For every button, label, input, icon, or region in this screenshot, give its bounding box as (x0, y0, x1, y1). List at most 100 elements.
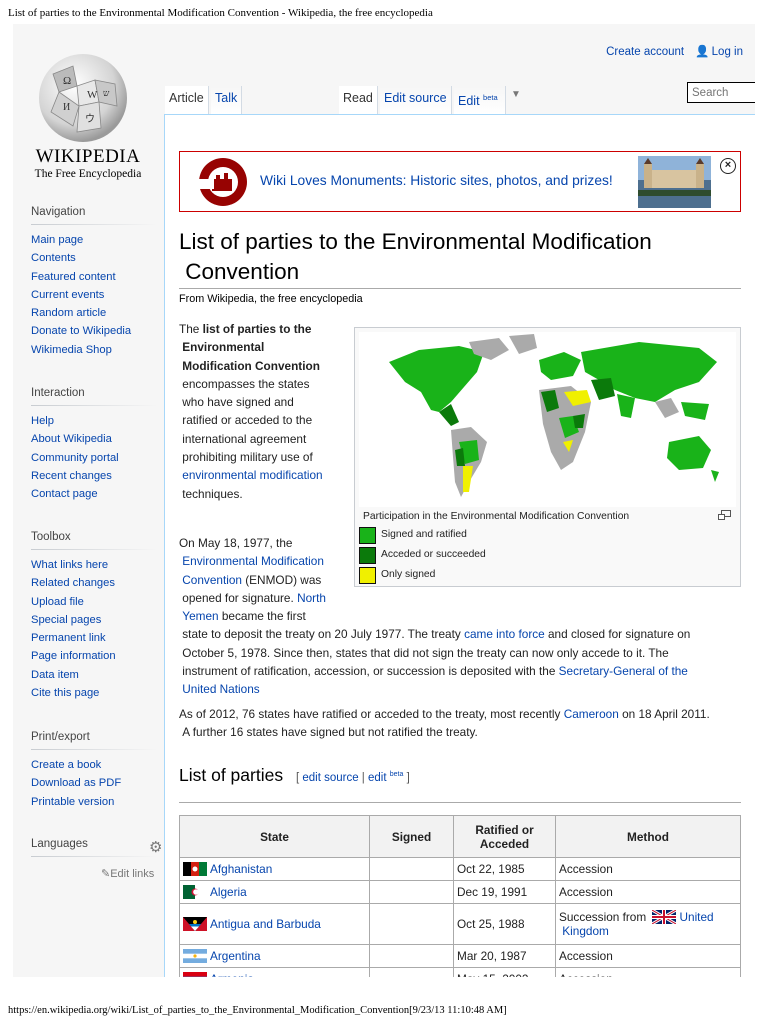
nav-page-information[interactable]: Page information (31, 647, 157, 665)
edit-links[interactable]: ✎Edit links (101, 867, 154, 880)
state-cell: Argentina (179, 944, 370, 968)
section-edit-link[interactable]: edit (368, 772, 387, 784)
nav-help[interactable]: Help (31, 412, 157, 430)
nav-download-pdf[interactable]: Download as PDF (31, 774, 157, 792)
page-title-line1: List of parties to the Environmental Mod… (179, 229, 652, 254)
site-subtitle: From Wikipedia, the free encyclopedia (179, 293, 363, 305)
column-header-ratified-line1: Ratified or (475, 822, 534, 837)
state-link[interactable]: Armenia (210, 972, 254, 977)
nav-community-portal[interactable]: Community portal (31, 449, 157, 467)
create-account-link[interactable]: Create account (606, 46, 684, 58)
column-header-ratified[interactable]: Ratified or Acceded (453, 815, 556, 858)
para-text: October 5, 1978. Since then, states that… (182, 645, 669, 660)
nav-cite-this-page[interactable]: Cite this page (31, 684, 157, 702)
section-heading-text: List of parties (179, 765, 284, 785)
nav-related-changes[interactable]: Related changes (31, 574, 157, 592)
nav-recent-changes[interactable]: Recent changes (31, 467, 157, 485)
more-menu-chevron-down-icon[interactable]: ▼ (511, 89, 521, 100)
wikipedia-wordmark: WIKIPEDIA (35, 146, 141, 167)
castle-photo-icon (638, 156, 711, 208)
nav-special-pages[interactable]: Special pages (31, 611, 157, 629)
signed-cell (369, 880, 454, 904)
method-cell: Accession (555, 967, 741, 977)
portal-print-export: Print/export Create a book Download as P… (31, 731, 157, 811)
nav-permanent-link[interactable]: Permanent link (31, 629, 157, 647)
table-row: Afghanistan Oct 22, 1985 Accession (179, 857, 741, 881)
column-header-state[interactable]: State (179, 815, 370, 858)
nav-data-item[interactable]: Data item (31, 666, 157, 684)
nav-current-events[interactable]: Current events (31, 286, 157, 304)
state-link[interactable]: Antigua and Barbuda (210, 917, 321, 931)
portal-divider (31, 405, 157, 406)
print-footer: https://en.wikipedia.org/wiki/List_of_pa… (8, 1005, 507, 1016)
signed-cell (369, 857, 454, 881)
section-edit-links: [ edit source | edit beta ] (295, 771, 410, 784)
search-input[interactable] (687, 82, 755, 103)
tab-article[interactable]: Article (165, 86, 209, 114)
nav-create-book[interactable]: Create a book (31, 756, 157, 774)
world-participation-map[interactable] (359, 332, 736, 507)
login-link[interactable]: Log in (712, 46, 743, 58)
tab-talk[interactable]: Talk (211, 86, 243, 114)
link-environmental-modification[interactable]: environmental modification (182, 468, 322, 482)
link-north-yemen[interactable]: Yemen (182, 609, 218, 623)
method-text: Succession from (559, 910, 647, 924)
magnify-icon[interactable] (718, 510, 731, 520)
portal-divider (31, 224, 157, 225)
nav-donate[interactable]: Donate to Wikipedia (31, 322, 157, 340)
method-cell: Succession from United Kingdom (555, 903, 741, 945)
nav-contact-page[interactable]: Contact page (31, 485, 157, 503)
nav-upload-file[interactable]: Upload file (31, 593, 157, 611)
nav-printable-version[interactable]: Printable version (31, 793, 157, 811)
banner-text[interactable]: Wiki Loves Monuments: Historic sites, ph… (260, 173, 613, 188)
portal-divider (31, 549, 157, 550)
tab-edit-source[interactable]: Edit source (380, 86, 452, 114)
state-link[interactable]: Argentina (210, 949, 261, 963)
flag-argentina-icon (183, 949, 207, 963)
map-caption: Participation in the Environmental Modif… (363, 511, 630, 522)
tab-read[interactable]: Read (339, 86, 378, 114)
close-banner-icon[interactable]: × (720, 158, 736, 174)
nav-wikimedia-shop[interactable]: Wikimedia Shop (31, 341, 157, 359)
link-came-into-force[interactable]: came into force (464, 627, 545, 641)
nav-about-wikipedia[interactable]: About Wikipedia (31, 430, 157, 448)
nav-featured-content[interactable]: Featured content (31, 268, 157, 286)
nav-random-article[interactable]: Random article (31, 304, 157, 322)
section-edit-beta: beta (389, 771, 404, 779)
portal-divider (31, 749, 157, 750)
date-cell: Oct 22, 1985 (453, 857, 556, 881)
state-cell: Afghanistan (179, 857, 370, 881)
portal-languages: Languages (31, 838, 157, 863)
state-link[interactable]: Algeria (210, 885, 247, 899)
link-north-yemen[interactable]: North (297, 591, 326, 605)
flag-algeria-icon (183, 885, 207, 899)
intro-text: encompasses the states (182, 376, 310, 391)
method-cell: Accession (555, 880, 741, 904)
link-enmod[interactable]: Convention (182, 573, 242, 587)
wiki-loves-monuments-banner[interactable]: Wiki Loves Monuments: Historic sites, ph… (179, 151, 741, 212)
link-secretary-general[interactable]: Secretary-General of the (559, 664, 688, 678)
table-row: Argentina Mar 20, 1987 Accession (179, 944, 741, 968)
nav-what-links-here[interactable]: What links here (31, 556, 157, 574)
section-edit-source-link[interactable]: edit source (302, 772, 358, 784)
nav-contents[interactable]: Contents (31, 249, 157, 267)
state-link[interactable]: Afghanistan (210, 862, 272, 876)
link-united-kingdom[interactable]: Kingdom (562, 924, 609, 938)
gear-icon[interactable]: ⚙ (149, 838, 162, 856)
date-cell: Mar 20, 1987 (453, 944, 556, 968)
nav-main-page[interactable]: Main page (31, 231, 157, 249)
status-paragraph: As of 2012, 76 states have ratified or a… (179, 705, 744, 742)
section-divider (179, 802, 741, 803)
link-united-kingdom[interactable]: United (679, 910, 713, 924)
column-header-signed[interactable]: Signed (369, 815, 454, 858)
wikipedia-globe-logo[interactable]: Ω W И ウ ש (33, 46, 133, 146)
flag-afghanistan-icon (183, 862, 207, 876)
print-header: List of parties to the Environmental Mod… (8, 7, 433, 19)
portal-heading-languages: Languages (31, 838, 88, 850)
link-secretary-general[interactable]: United Nations (182, 682, 259, 696)
link-enmod[interactable]: Environmental Modification (182, 554, 324, 568)
tab-edit[interactable]: Edit beta (454, 86, 506, 114)
column-header-method[interactable]: Method (555, 815, 741, 858)
para-text: on 18 April 2011. (622, 707, 710, 721)
link-cameroon[interactable]: Cameroon (564, 707, 619, 721)
